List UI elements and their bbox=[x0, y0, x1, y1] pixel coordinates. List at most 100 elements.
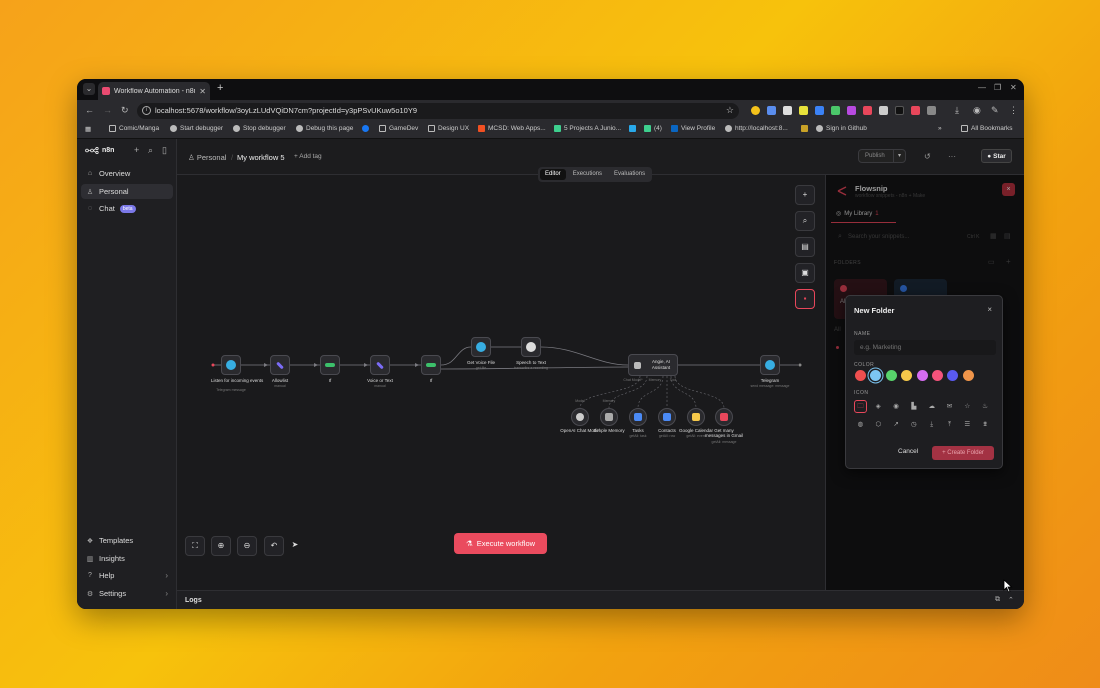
star-icon[interactable]: ☆ bbox=[961, 400, 974, 413]
github-star-button[interactable]: ● Star bbox=[981, 149, 1012, 163]
url-text[interactable]: localhost:5678/workflow/3oyLzLUdVQiDN7cm… bbox=[155, 106, 417, 115]
sidebar-item-personal[interactable]: ♙ Personal bbox=[81, 184, 173, 199]
extension-icon[interactable] bbox=[799, 106, 808, 115]
bookmark-item[interactable] bbox=[362, 125, 369, 132]
site-info-icon[interactable]: i bbox=[142, 106, 151, 115]
cloud-icon[interactable]: ☁ bbox=[925, 400, 938, 413]
color-swatch[interactable] bbox=[916, 370, 928, 381]
add-icon[interactable]: + bbox=[134, 145, 139, 155]
execute-workflow-button[interactable]: ⚗ Execute workflow bbox=[454, 533, 547, 554]
list-icon[interactable]: ☰ bbox=[961, 418, 974, 431]
download-icon[interactable]: ⤓ bbox=[925, 418, 938, 431]
extension-icon[interactable] bbox=[911, 106, 920, 115]
extensions-puzzle-icon[interactable] bbox=[927, 106, 936, 115]
folder-name-input[interactable] bbox=[854, 340, 996, 355]
sub-node-simple-memory[interactable] bbox=[600, 408, 618, 426]
upload-icon[interactable]: ⤒ bbox=[943, 418, 956, 431]
mail-icon[interactable]: ✉ bbox=[943, 400, 956, 413]
node-get-voice-file[interactable] bbox=[471, 337, 491, 357]
color-swatch[interactable] bbox=[901, 370, 913, 381]
publish-button[interactable]: Publish ▾ bbox=[858, 149, 906, 163]
node-telegram-send[interactable] bbox=[760, 355, 780, 375]
logs-bar[interactable]: Logs ⧉ ⌃ bbox=[177, 590, 1024, 609]
trend-icon[interactable]: ↗ bbox=[890, 418, 903, 431]
extension-icon[interactable] bbox=[831, 106, 840, 115]
extension-icon[interactable] bbox=[847, 106, 856, 115]
sub-node-google-calendar[interactable] bbox=[687, 408, 705, 426]
bookmark-item[interactable]: http://localhost:8... bbox=[725, 125, 788, 132]
box-icon[interactable]: ⬡ bbox=[872, 418, 885, 431]
node-telegram-trigger[interactable] bbox=[221, 355, 241, 375]
sidebar-item-insights[interactable]: ▥ Insights bbox=[81, 551, 173, 566]
n8n-logo[interactable]: n8n bbox=[85, 147, 114, 154]
sidebar-item-chat[interactable]: ◌ Chat beta bbox=[81, 201, 173, 216]
bookmark-item[interactable]: Debug this page bbox=[296, 125, 353, 132]
extension-icon[interactable] bbox=[751, 106, 760, 115]
new-tab-icon[interactable]: + bbox=[217, 83, 223, 94]
fit-view-icon[interactable]: ⛶ bbox=[185, 536, 205, 556]
extension-icon[interactable] bbox=[783, 106, 792, 115]
undo-icon[interactable]: ↶ bbox=[264, 536, 284, 556]
workflow-canvas[interactable]: Editor Executions Evaluations + ⌕ ▤ ▣ ▪ bbox=[177, 167, 825, 590]
bookmark-item[interactable]: (4) bbox=[644, 125, 662, 132]
bookmark-item[interactable]: Stop debugger bbox=[233, 125, 286, 132]
edit-icon[interactable]: ✎ bbox=[991, 105, 999, 115]
forward-icon[interactable]: → bbox=[103, 105, 112, 115]
bookmarks-overflow-icon[interactable]: » bbox=[938, 125, 942, 132]
tag-icon[interactable]: ◈ bbox=[872, 400, 885, 413]
bookmark-item[interactable] bbox=[801, 125, 808, 132]
bookmark-item[interactable]: View Profile bbox=[671, 125, 715, 132]
sidebar-item-settings[interactable]: ⚙ Settings › bbox=[81, 586, 173, 601]
omnibox[interactable]: i localhost:5678/workflow/3oyLzLUdVQiDN7… bbox=[137, 103, 739, 119]
bookmark-item[interactable]: Comic/Manga bbox=[109, 125, 159, 132]
more-icon[interactable]: ⋮ bbox=[1009, 105, 1018, 115]
node-speech-to-text[interactable] bbox=[521, 337, 541, 357]
add-tag-link[interactable]: + Add tag bbox=[294, 153, 322, 160]
node-voice-or-text[interactable] bbox=[370, 355, 390, 375]
close-icon[interactable]: × bbox=[987, 305, 992, 314]
cursor-tool-icon[interactable]: ➤ bbox=[285, 536, 305, 556]
more-options-icon[interactable]: ··· bbox=[948, 152, 956, 161]
filter-icon[interactable]: ⩩ bbox=[979, 418, 992, 431]
clock-icon[interactable]: ◷ bbox=[907, 418, 920, 431]
sub-node-gmail[interactable] bbox=[715, 408, 733, 426]
bookmark-star-icon[interactable]: ☆ bbox=[726, 105, 734, 116]
bookmark-item[interactable]: GameDev bbox=[379, 125, 418, 132]
apps-grid-icon[interactable]: ▦ bbox=[85, 125, 91, 133]
color-swatch[interactable] bbox=[947, 370, 959, 381]
profile-icon[interactable]: ◉ bbox=[973, 105, 981, 115]
window-close-icon[interactable]: ✕ bbox=[1010, 83, 1017, 92]
folder-icon[interactable]: 🗀 bbox=[854, 400, 867, 413]
node-ai-agent[interactable]: Angie, AI Assistant bbox=[628, 354, 678, 376]
color-swatch[interactable] bbox=[855, 370, 866, 381]
download-icon[interactable]: ⤓ bbox=[955, 105, 959, 115]
reload-icon[interactable]: ↻ bbox=[121, 105, 129, 115]
breadcrumb-project[interactable]: ♙ Personal bbox=[188, 153, 226, 162]
chevron-up-icon[interactable]: ⌃ bbox=[1008, 596, 1014, 604]
bookmark-item[interactable]: Design UX bbox=[428, 125, 469, 132]
sidebar-item-templates[interactable]: ❖ Templates bbox=[81, 533, 173, 548]
zoom-out-icon[interactable]: ⊖ bbox=[237, 536, 257, 556]
extension-icon[interactable] bbox=[815, 106, 824, 115]
color-swatch[interactable] bbox=[885, 370, 897, 381]
search-icon[interactable]: ⌕ bbox=[148, 145, 153, 156]
workflow-name[interactable]: My workflow 5 bbox=[237, 153, 285, 162]
bookmark-item[interactable]: MCSD: Web Apps... bbox=[478, 125, 546, 132]
extension-icon[interactable] bbox=[767, 106, 776, 115]
create-folder-button[interactable]: + Create Folder bbox=[932, 446, 994, 460]
pop-out-icon[interactable]: ⧉ bbox=[995, 596, 1000, 604]
sub-node-tasks[interactable] bbox=[629, 408, 647, 426]
node-if-1[interactable] bbox=[320, 355, 340, 375]
color-swatch[interactable] bbox=[932, 370, 943, 381]
history-icon[interactable]: ↺ bbox=[924, 152, 931, 161]
restore-icon[interactable]: ❐ bbox=[994, 83, 1001, 92]
bookmark-item[interactable] bbox=[629, 125, 636, 132]
bookmark-item[interactable]: Sign in Github bbox=[816, 125, 867, 132]
node-allowlist[interactable] bbox=[270, 355, 290, 375]
bookmark-item[interactable]: All Bookmarks bbox=[961, 125, 1013, 132]
tab-search-icon[interactable]: ⌄ bbox=[83, 83, 95, 95]
extension-icon[interactable] bbox=[879, 106, 888, 115]
sub-node-contacts[interactable] bbox=[658, 408, 676, 426]
color-swatch[interactable] bbox=[870, 370, 882, 381]
extension-icon[interactable] bbox=[863, 106, 872, 115]
